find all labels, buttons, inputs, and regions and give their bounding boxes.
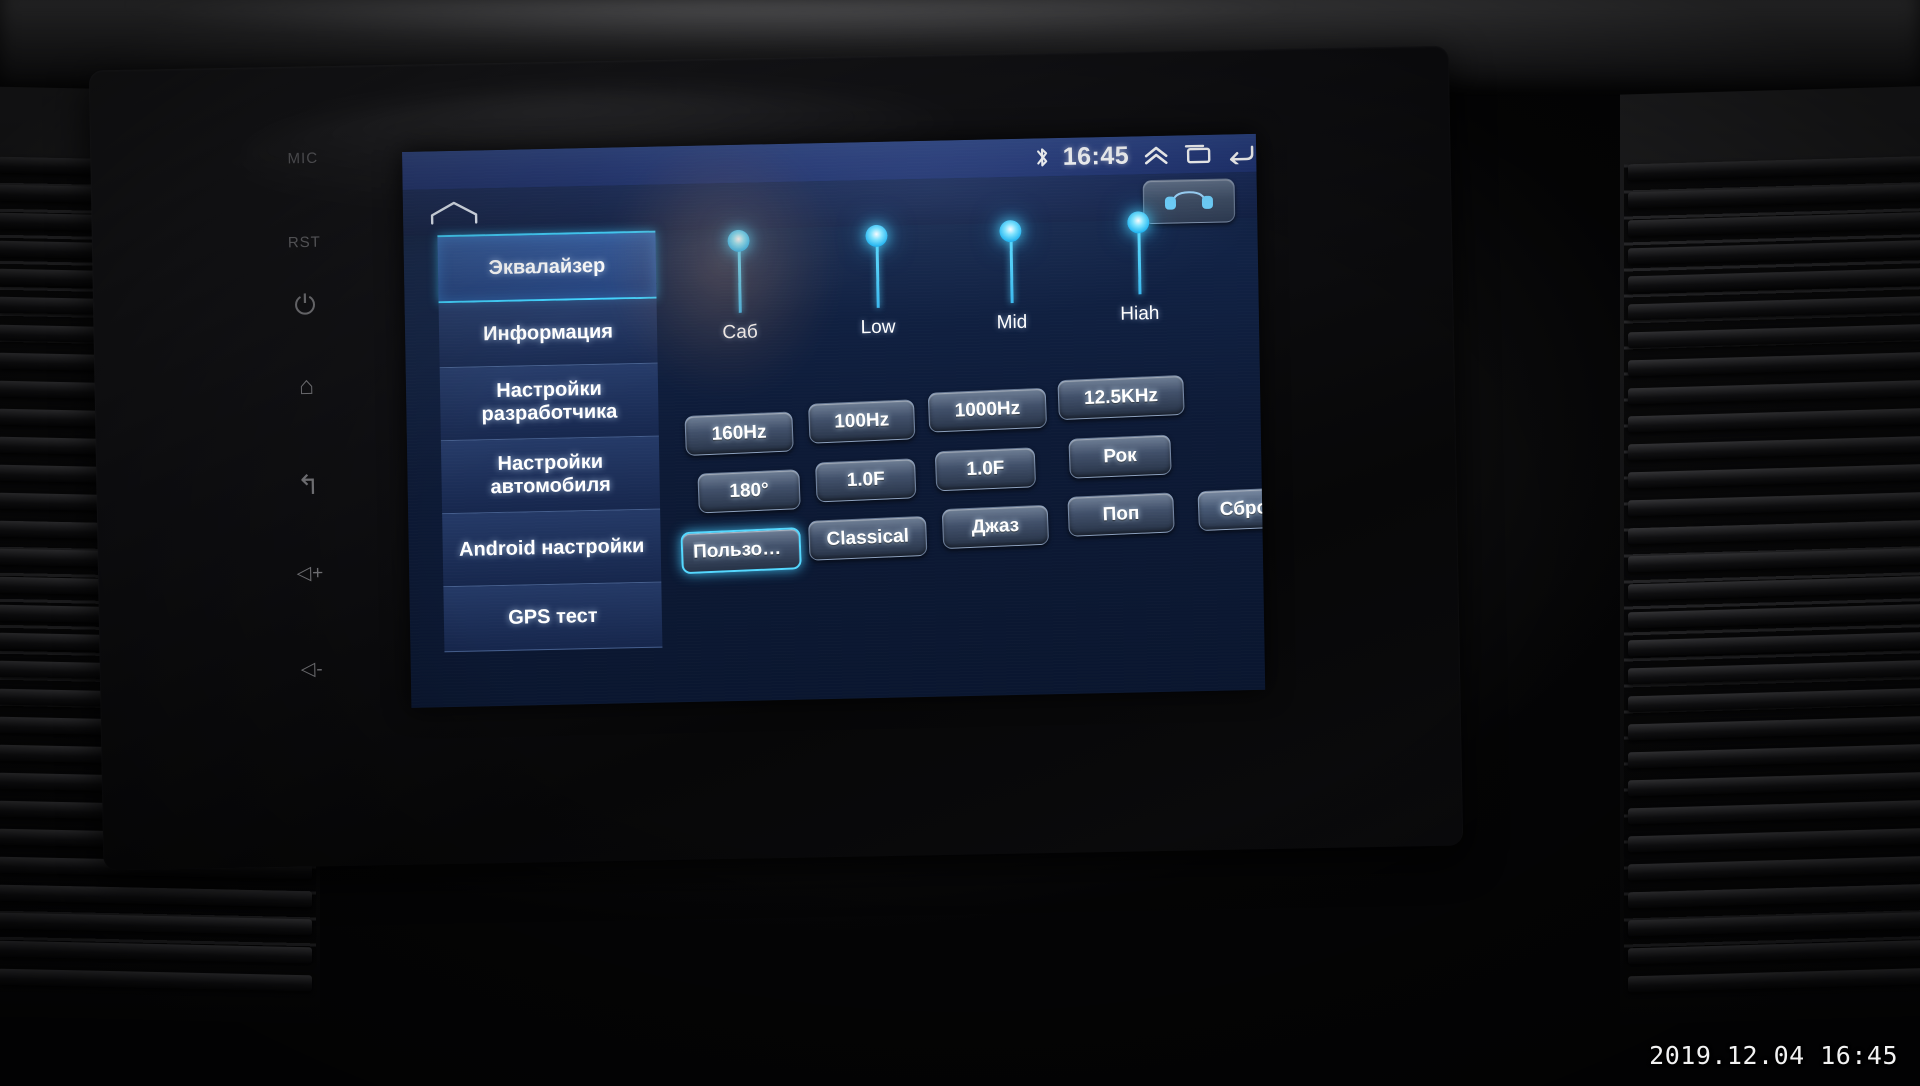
freq-button-100hz[interactable]: 100Hz	[808, 399, 916, 444]
bluetooth-icon	[1034, 146, 1050, 168]
preset-button-jazz[interactable]: Джаз	[941, 504, 1050, 550]
hardware-side-keys: MIC RST ⏻ ⌂ ↰ ◁+ ◁-	[243, 149, 374, 731]
slider-track[interactable]	[1127, 211, 1150, 295]
headphones-icon	[1163, 187, 1215, 215]
sidebar-item-android-settings[interactable]: Android настройки	[442, 509, 662, 588]
photo-scene: MIC RST ⏻ ⌂ ↰ ◁+ ◁- 16:45 Эквалайзер Инф…	[0, 0, 1920, 1086]
preset-user-label: Пользов...	[692, 537, 790, 563]
slider-label: Саб	[722, 321, 758, 344]
preset-button-rock[interactable]: Рок	[1068, 434, 1172, 479]
freq-button-160hz[interactable]: 160Hz	[684, 411, 794, 456]
sidebar-item-gps-test[interactable]: GPS тест	[443, 582, 663, 653]
param-button-mid-q[interactable]: 1.0F	[934, 447, 1037, 492]
slider-label: Mid	[996, 311, 1028, 334]
slider-knob[interactable]	[865, 224, 888, 248]
audio-output-button[interactable]	[1142, 178, 1236, 225]
slider-knob[interactable]	[1127, 211, 1150, 234]
freq-button-12-5khz[interactable]: 12.5KHz	[1057, 374, 1185, 421]
sidebar-item-developer-settings[interactable]: Настройки разработчика	[439, 363, 659, 442]
slider-label: Low	[860, 316, 896, 339]
sidebar-item-equalizer[interactable]: Эквалайзер	[437, 230, 657, 304]
slider-track[interactable]	[999, 219, 1022, 304]
power-icon[interactable]: ⏻	[245, 289, 366, 323]
back-icon[interactable]: ↰	[249, 469, 370, 502]
right-air-vent	[1620, 85, 1920, 1025]
slider-mid[interactable]: Mid	[955, 219, 1067, 335]
slider-track[interactable]	[727, 229, 750, 313]
mic-label: MIC	[287, 149, 319, 168]
lcd-screen: 16:45 Эквалайзер Информация Настройки ра…	[402, 133, 1266, 708]
slider-knob[interactable]	[999, 219, 1022, 243]
preset-button-user[interactable]: Пользов...	[680, 527, 802, 575]
freq-button-1000hz[interactable]: 1000Hz	[927, 387, 1048, 433]
sidebar-item-car-settings[interactable]: Настройки автомобиля	[440, 436, 661, 515]
preset-button-pop[interactable]: Поп	[1067, 492, 1175, 537]
slider-sub[interactable]: Саб	[684, 229, 796, 345]
volume-up-icon[interactable]: ◁+	[250, 561, 370, 586]
slider-track[interactable]	[865, 224, 888, 308]
home-outline-icon[interactable]	[429, 198, 480, 232]
volume-down-icon[interactable]: ◁-	[252, 657, 372, 682]
settings-sidebar: Эквалайзер Информация Настройки разработ…	[437, 230, 663, 653]
reset-label: RST	[287, 233, 322, 252]
reset-button[interactable]: Сброс	[1197, 486, 1266, 532]
chevrons-up-icon[interactable]	[1142, 143, 1170, 168]
camera-timestamp: 2019.12.04 16:45	[1649, 1041, 1898, 1070]
sidebar-item-information[interactable]: Информация	[438, 298, 658, 369]
vent-slat	[1628, 967, 1920, 993]
slider-label: Hiah	[1120, 302, 1160, 325]
sidebar-item-label: Эквалайзер	[488, 254, 606, 279]
sidebar-item-label: Информация	[483, 320, 614, 345]
param-button-180deg[interactable]: 180°	[697, 469, 801, 514]
status-clock: 16:45	[1062, 141, 1130, 171]
back-arrow-icon[interactable]	[1226, 142, 1256, 165]
sidebar-item-label: GPS тест	[508, 604, 598, 629]
sidebar-item-label: Настройки автомобиля	[490, 450, 612, 499]
home-icon[interactable]: ⌂	[247, 371, 368, 402]
dashboard-highlight	[120, 2, 1300, 44]
slider-knob[interactable]	[727, 229, 750, 253]
sidebar-item-label: Android настройки	[458, 534, 645, 561]
preset-button-classical[interactable]: Classical	[808, 515, 928, 561]
slider-high[interactable]: Hiah	[1083, 211, 1195, 326]
slider-low[interactable]: Low	[821, 224, 933, 340]
sidebar-item-label: Настройки разработчика	[481, 377, 618, 426]
vent-slat	[0, 968, 312, 992]
recents-icon[interactable]	[1183, 143, 1213, 166]
param-button-low-q[interactable]: 1.0F	[815, 458, 917, 503]
